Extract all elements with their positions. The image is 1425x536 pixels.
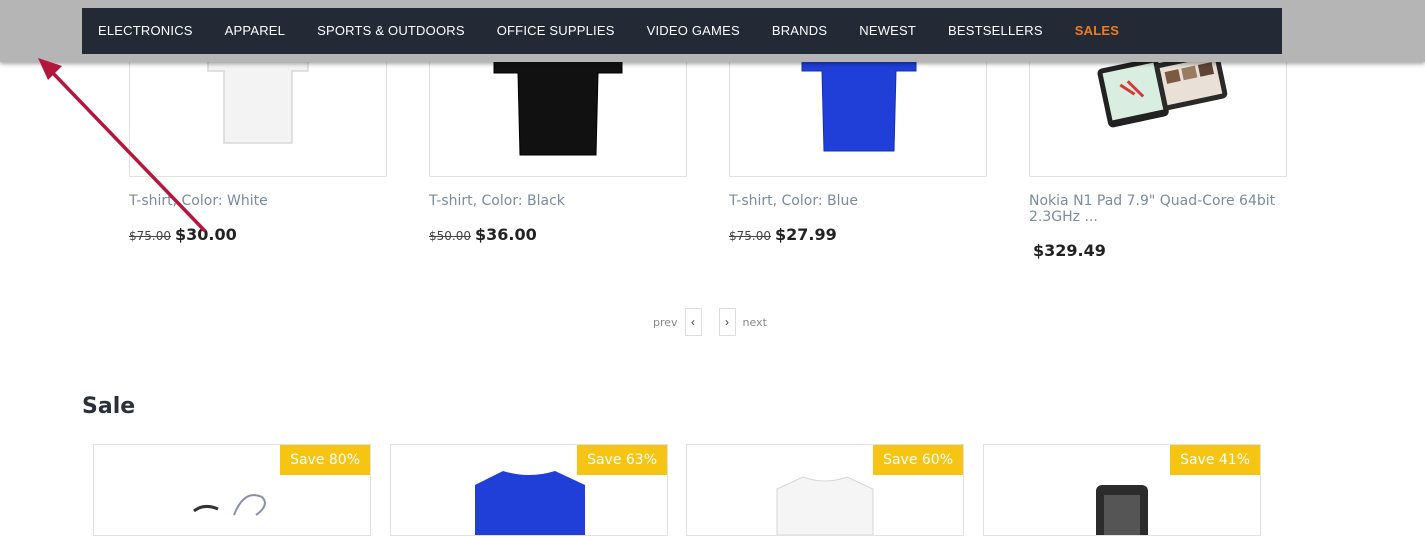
price: $27.99 [775,225,837,244]
product-name[interactable]: Nokia N1 Pad 7.9" Quad-Core 64bit 2.3GHz… [1029,193,1287,225]
old-price: $75.00 [129,229,171,243]
sale-card[interactable]: Save 80% [93,444,371,536]
product-name[interactable]: T-shirt, Color: White [129,193,387,209]
sale-card[interactable]: Save 41% [983,444,1261,536]
nav-brands[interactable]: BRANDS [756,8,843,54]
discount-badge: Save 63% [577,445,667,475]
section-title-sale: Sale [82,394,136,419]
product-name[interactable]: T-shirt, Color: Black [429,193,687,209]
nav-sales[interactable]: SALES [1059,8,1135,54]
price-row: $50.00 $36.00 [429,225,687,245]
nav-newest[interactable]: NEWEST [843,8,932,54]
nav-office-supplies[interactable]: OFFICE SUPPLIES [481,8,631,54]
price: $36.00 [475,225,537,244]
sticky-header: ELECTRONICS APPAREL SPORTS & OUTDOORS OF… [0,0,1425,62]
pager-prev-label[interactable]: prev [653,316,678,329]
sale-card[interactable]: Save 63% [390,444,668,536]
discount-badge: Save 41% [1170,445,1260,475]
chevron-right-icon[interactable]: › [718,308,736,336]
price: $30.00 [175,225,237,244]
nav-sports-outdoors[interactable]: SPORTS & OUTDOORS [301,8,481,54]
product-name[interactable]: T-shirt, Color: Blue [729,193,987,209]
price-row: $329.49 [1029,241,1287,261]
chevron-left-icon[interactable]: ‹ [684,308,702,336]
price: $329.49 [1033,241,1106,260]
carousel-pager: prev ‹ › next [653,308,767,336]
sale-card[interactable]: Save 60% [686,444,964,536]
nav-electronics[interactable]: ELECTRONICS [82,8,209,54]
nav-bestsellers[interactable]: BESTSELLERS [932,8,1059,54]
price-row: $75.00 $27.99 [729,225,987,245]
old-price: $50.00 [429,229,471,243]
discount-badge: Save 60% [873,445,963,475]
old-price: $75.00 [729,229,771,243]
main-navigation: ELECTRONICS APPAREL SPORTS & OUTDOORS OF… [82,8,1282,54]
nav-video-games[interactable]: VIDEO GAMES [631,8,756,54]
pager-next-label[interactable]: next [743,316,767,329]
price-row: $75.00 $30.00 [129,225,387,245]
discount-badge: Save 80% [280,445,370,475]
nav-apparel[interactable]: APPAREL [209,8,301,54]
